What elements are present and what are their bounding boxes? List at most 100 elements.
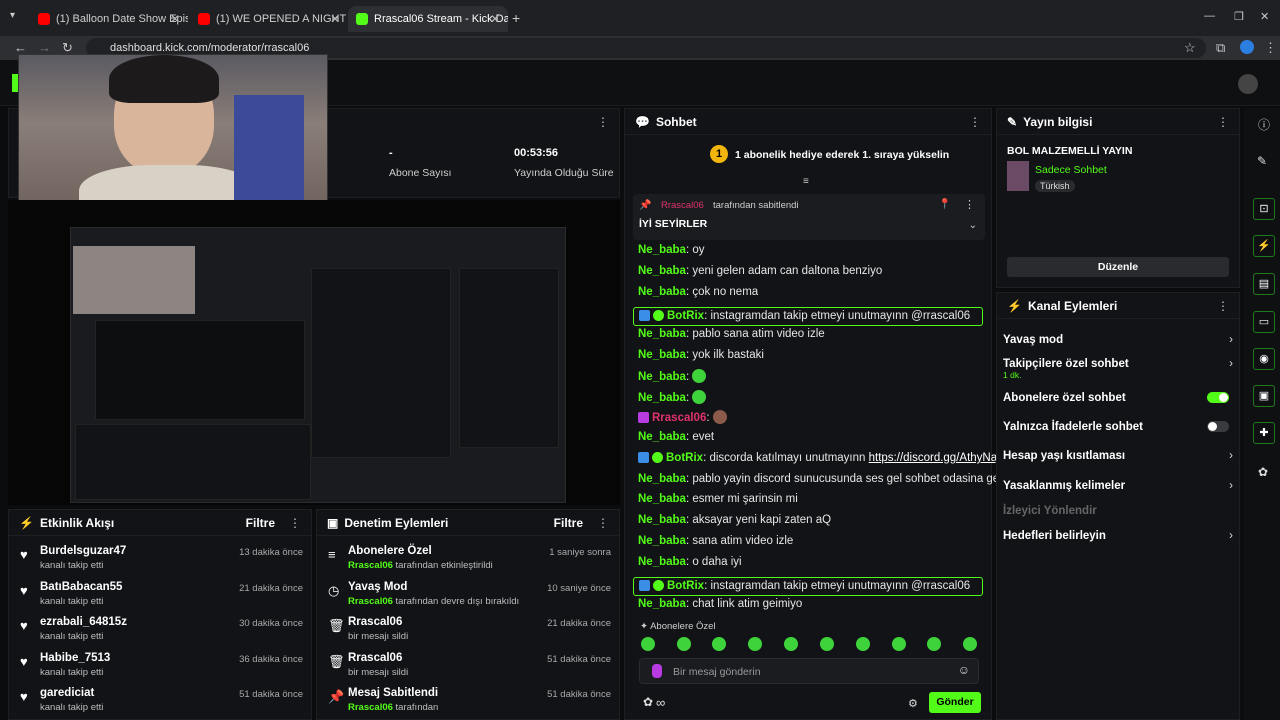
expand-pinned-icon[interactable]: ⌄ (969, 220, 977, 231)
chat-username[interactable]: Ne_baba (638, 535, 686, 547)
new-tab-icon[interactable]: + (512, 10, 520, 26)
chat-username[interactable]: Ne_baba (638, 244, 686, 256)
moderator-name[interactable]: Rrascal06 (348, 596, 393, 607)
forward-icon[interactable]: → (38, 40, 51, 55)
highlighted-chat-message[interactable]: BotRix: instagramdan takip etmeyi unutma… (633, 307, 983, 326)
chat-message[interactable]: Ne_baba: çok no nema (638, 286, 758, 298)
activity-menu-icon[interactable]: ⋮ (289, 516, 301, 530)
edit-icon[interactable]: ✎ (1257, 154, 1267, 168)
emote-icon[interactable] (712, 637, 726, 651)
emoji-icon[interactable]: ☺ (958, 663, 970, 677)
chat-username[interactable]: Ne_baba (638, 349, 686, 361)
pinned-menu-icon[interactable]: ⋮ (964, 198, 975, 211)
stats-menu-icon[interactable]: ⋮ (597, 115, 609, 129)
tab-night-done[interactable]: (1) WE OPENED A NIGHT DONE ✕ (190, 6, 348, 32)
sidebar-bolt-icon[interactable]: ⚡ (1253, 235, 1275, 257)
chat-username[interactable]: Ne_baba (638, 598, 686, 610)
chat-username[interactable]: Ne_baba (638, 392, 686, 404)
channel-action-row[interactable]: Hedefleri belirleyin › (1003, 530, 1233, 542)
chat-username[interactable]: BotRix (667, 580, 704, 592)
emote-icon[interactable] (820, 637, 834, 651)
toggle-switch[interactable] (1207, 421, 1229, 432)
chat-settings-icon[interactable]: ⚙ (908, 697, 918, 710)
chat-username[interactable]: Ne_baba (638, 431, 686, 443)
emote-icon[interactable] (748, 637, 762, 651)
chat-username[interactable]: Ne_baba (638, 371, 686, 383)
activity-item[interactable]: ♥ Habibe_7513 kanalı takip etti 36 dakika ö… (20, 652, 303, 678)
channel-action-row[interactable]: Abonelere özel sohbet (1003, 392, 1233, 404)
channel-actions-menu-icon[interactable]: ⋮ (1217, 299, 1229, 313)
emote-icon[interactable] (856, 637, 870, 651)
toggle-switch[interactable] (1207, 392, 1229, 403)
chat-message[interactable]: Ne_baba: aksayar yeni kapi zaten aQ (638, 514, 831, 526)
chat-message[interactable]: Ne_baba: (638, 369, 707, 383)
close-tab-icon[interactable]: ✕ (170, 12, 180, 26)
highlighted-chat-message[interactable]: BotRix: instagramdan takip etmeyi unutma… (633, 577, 983, 596)
close-tab-icon[interactable]: ✕ (490, 12, 500, 26)
sidebar-chat-icon[interactable]: ▭ (1253, 311, 1275, 333)
chat-message[interactable]: Ne_baba: oy (638, 244, 704, 256)
minimize-icon[interactable]: — (1204, 10, 1215, 22)
chat-message[interactable]: Ne_baba: sana atim video izle (638, 535, 793, 547)
chat-username[interactable]: Ne_baba (638, 556, 686, 568)
user-avatar[interactable] (1238, 74, 1258, 94)
gift-banner[interactable]: 1 abonelik hediye ederek 1. sıraya yükse… (735, 149, 949, 161)
chat-username[interactable]: BotRix (666, 452, 703, 464)
tab-list-icon[interactable]: ▾ (10, 10, 15, 21)
extensions-icon[interactable]: ⧉ (1216, 40, 1225, 56)
chat-message[interactable]: Ne_baba: esmer mi şarinsin mi (638, 493, 798, 505)
sidebar-expand-icon[interactable]: ⊡ (1253, 198, 1275, 220)
bookmark-star-icon[interactable]: ☆ (1184, 40, 1196, 56)
activity-filter-button[interactable]: Filtre (246, 516, 275, 530)
back-icon[interactable]: ← (14, 40, 27, 55)
channel-action-row[interactable]: Yasaklanmış kelimeler › (1003, 480, 1233, 492)
category-name[interactable]: Sadece Sohbet (1035, 164, 1107, 176)
activity-item[interactable]: ♥ BatıBabacan55 kanalı takip etti 21 dakika… (20, 581, 303, 607)
activity-item[interactable]: ♥ Burdelsguzar47 kanalı takip etti 13 dakik… (20, 545, 303, 571)
emote-icon[interactable] (927, 637, 941, 651)
chat-message[interactable]: BotRix: discorda katılmayı unutmayınn ht… (638, 452, 1012, 464)
chat-message[interactable]: Ne_baba: chat link atim geimiyo (638, 598, 802, 610)
menu-icon[interactable]: ⋮ (1264, 40, 1277, 56)
chat-message[interactable]: Rrascal06: (638, 410, 727, 424)
tab-balloon-date[interactable]: (1) Balloon Date Show Episode ✕ (30, 6, 188, 32)
moderation-item[interactable]: 📌 Mesaj Sabitlendi Rrascal06 tarafından 51 … (328, 687, 611, 713)
chat-message[interactable]: Ne_baba: pablo yayin discord sunucusunda… (638, 473, 1002, 485)
pinned-message[interactable]: 📌 Rrascal06 tarafından sabitlendi İYİ SE… (633, 194, 985, 240)
edit-button[interactable]: Düzenle (1007, 257, 1229, 277)
activity-item[interactable]: ♥ garediciat kanalı takip etti 51 dakika ön… (20, 687, 303, 713)
profile-icon[interactable] (1240, 40, 1254, 54)
chat-username[interactable]: Ne_baba (638, 265, 686, 277)
stream-info-menu-icon[interactable]: ⋮ (1217, 115, 1229, 129)
chat-message[interactable]: Ne_baba: pablo sana atim video izle (638, 328, 825, 340)
emote-icon[interactable] (963, 637, 977, 651)
sidebar-document-icon[interactable]: ▤ (1253, 273, 1275, 295)
channel-action-row[interactable]: Yavaş mod › (1003, 334, 1233, 346)
chat-menu-icon[interactable]: ⋮ (969, 115, 981, 129)
moderation-menu-icon[interactable]: ⋮ (597, 516, 609, 530)
chat-message[interactable]: Ne_baba: yeni gelen adam can daltona ben… (638, 265, 882, 277)
chat-username[interactable]: Ne_baba (638, 473, 686, 485)
maximize-icon[interactable]: ❐ (1234, 10, 1244, 23)
close-tab-icon[interactable]: ✕ (330, 12, 340, 26)
sidebar-more-icon[interactable]: ✿ (1258, 465, 1268, 479)
chat-input[interactable]: Bir mesaj gönderin ☺ (639, 658, 979, 684)
chat-username[interactable]: Ne_baba (638, 493, 686, 505)
chat-username[interactable]: Rrascal06 (652, 412, 706, 424)
moderator-name[interactable]: Rrascal06 (348, 560, 393, 571)
sidebar-shield-icon[interactable]: ▣ (1253, 385, 1275, 407)
chat-message[interactable]: Ne_baba: o daha iyi (638, 556, 742, 568)
moderation-item[interactable]: ◷ Yavaş Mod Rrascal06 tarafından devre dış… (328, 581, 611, 607)
moderation-filter-button[interactable]: Filtre (554, 516, 583, 530)
chat-username[interactable]: Ne_baba (638, 514, 686, 526)
send-button[interactable]: Gönder (929, 692, 981, 713)
emote-icon[interactable] (677, 637, 691, 651)
chat-message[interactable]: Ne_baba: yok ilk bastaki (638, 349, 764, 361)
moderation-item[interactable]: 🗑 Rrascal06 bir mesajı sildi 51 dakika önc… (328, 652, 611, 678)
chat-message[interactable]: Ne_baba: (638, 390, 707, 404)
activity-item[interactable]: ♥ ezrabali_64815z kanalı takip etti 30 daki… (20, 616, 303, 642)
gift-icon[interactable]: ✿ (643, 695, 653, 709)
sidebar-wrench-icon[interactable]: ✚ (1253, 422, 1275, 444)
sidebar-broadcast-icon[interactable]: ◉ (1253, 348, 1275, 370)
emote-icon[interactable] (641, 637, 655, 651)
